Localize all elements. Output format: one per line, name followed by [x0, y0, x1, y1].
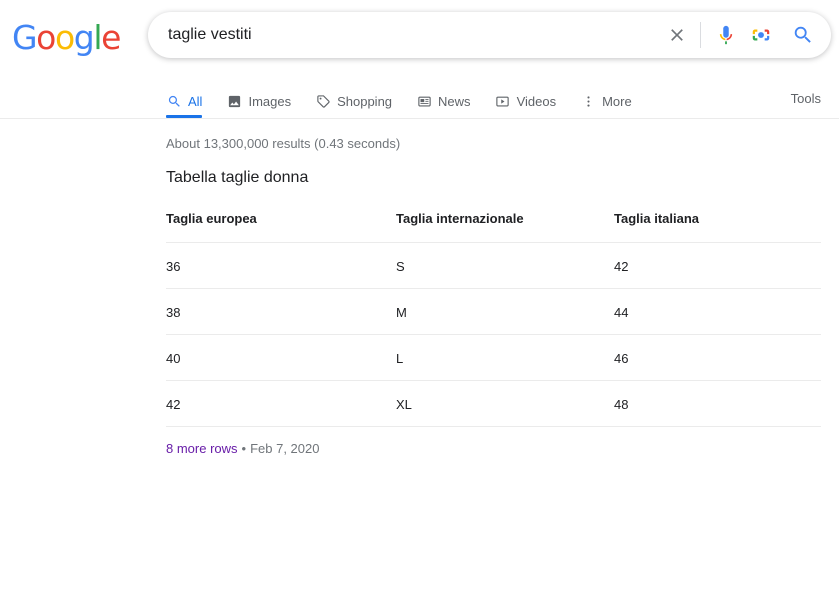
separator-dot: •	[241, 441, 247, 456]
tab-more[interactable]: More	[580, 86, 632, 116]
table-row: 38 M 44	[166, 288, 821, 335]
table-head: Taglia europea Taglia internazionale Tag…	[166, 211, 821, 243]
google-logo[interactable]: Google	[12, 18, 121, 57]
microphone-icon[interactable]	[711, 18, 741, 52]
tag-icon	[315, 93, 331, 109]
tab-shopping[interactable]: Shopping	[315, 86, 392, 116]
column-header-taglia-italiana: Taglia italiana	[614, 211, 821, 243]
google-lens-camera-icon[interactable]	[741, 18, 781, 52]
snippet-title: Tabella taglie donna	[166, 169, 309, 186]
search-input[interactable]	[148, 21, 660, 49]
tab-label-images: Images	[248, 93, 292, 109]
cell-eu-size: 42	[166, 380, 396, 427]
cell-intl-size: XL	[396, 380, 614, 427]
cell-intl-size: M	[396, 288, 614, 335]
tab-label-more: More	[602, 93, 632, 109]
cell-it-size: 48	[614, 380, 821, 427]
search-bar[interactable]	[148, 12, 831, 58]
table-header-row: Taglia europea Taglia internazionale Tag…	[166, 211, 821, 243]
image-icon	[226, 93, 242, 109]
tab-label-news: News	[438, 93, 471, 109]
search-tabs: All Images Shopping News Videos More	[166, 86, 656, 119]
more-vertical-icon	[580, 93, 596, 109]
more-rows-link[interactable]: 8 more rows	[166, 441, 238, 456]
cell-it-size: 46	[614, 334, 821, 381]
cell-eu-size: 36	[166, 242, 396, 289]
cell-intl-size: L	[396, 334, 614, 381]
tab-label-videos: Videos	[516, 93, 557, 109]
tools-button[interactable]: Tools	[791, 91, 821, 106]
search-icon[interactable]	[781, 18, 825, 52]
tab-all[interactable]: All	[166, 86, 203, 118]
tab-label-all: All	[188, 93, 203, 109]
logo-letter-g2: g	[73, 18, 95, 57]
search-header: Google taglie vestiti All Images Shoppin…	[0, 0, 839, 119]
column-header-taglia-internazionale: Taglia internazionale	[396, 211, 614, 243]
cell-it-size: 42	[614, 242, 821, 289]
newspaper-icon	[416, 93, 432, 109]
table-row: 40 L 46	[166, 334, 821, 381]
video-play-icon	[495, 93, 511, 109]
size-table: Taglia europea Taglia internazionale Tag…	[166, 211, 821, 427]
tab-active-underline	[166, 115, 203, 118]
table-body: 36 S 42 38 M 44 40 L 46 42 XL 48	[166, 242, 821, 427]
cell-eu-size: 40	[166, 334, 396, 381]
search-icon	[166, 93, 182, 109]
more-rows-line: 8 more rows • Feb 7, 2020	[166, 441, 821, 456]
tab-label-shopping: Shopping	[337, 93, 393, 109]
logo-letter-g1: G	[12, 18, 38, 57]
cell-intl-size: S	[396, 242, 614, 289]
featured-snippet: Tabella taglie donna Taglia europea Tagl…	[166, 169, 821, 456]
logo-letter-o2: o	[54, 18, 75, 57]
tab-videos[interactable]: Videos	[495, 86, 557, 116]
logo-letter-e: e	[101, 18, 121, 57]
logo-letter-o1: o	[36, 18, 56, 57]
column-header-taglia-europea: Taglia europea	[166, 211, 396, 243]
table-row: 36 S 42	[166, 242, 821, 289]
table-row: 42 XL 48	[166, 380, 821, 427]
result-stats: About 13,300,000 results (0.43 seconds)	[166, 136, 401, 151]
search-divider	[700, 22, 701, 48]
tab-images[interactable]: Images	[226, 86, 291, 116]
logo-letter-l: l	[93, 18, 102, 57]
tab-news[interactable]: News	[416, 86, 471, 116]
cell-eu-size: 38	[166, 288, 396, 335]
close-icon[interactable]	[660, 18, 694, 52]
cell-it-size: 44	[614, 288, 821, 335]
snippet-date: Feb 7, 2020	[250, 441, 320, 456]
